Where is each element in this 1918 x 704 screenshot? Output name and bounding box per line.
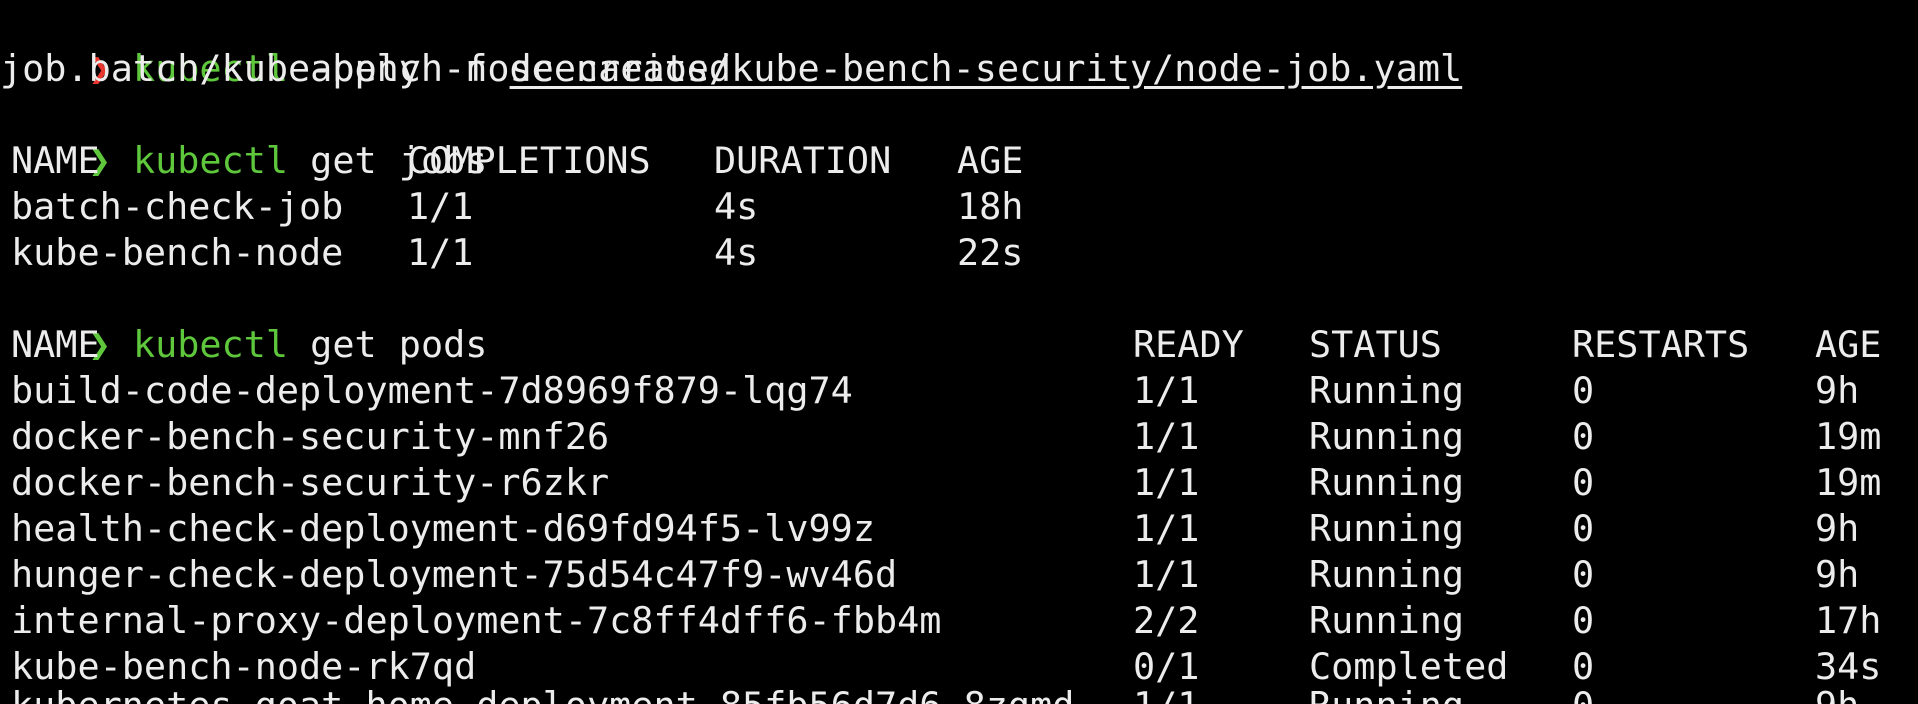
pod-name: hunger-check-deployment-75d54c47f9-wv46d [11, 553, 898, 596]
pod-restarts: 0 [1572, 507, 1595, 550]
jobs-table-header: NAME COMPLETIONS DURATION AGE [0, 138, 1918, 184]
pod-ready: 1/1 [1133, 553, 1200, 596]
table-row: kubernetes-goat-home-deployment-85fb56d7… [0, 683, 1918, 704]
pod-age: 19m [1815, 461, 1882, 504]
pods-header-status: STATUS [1309, 323, 1442, 366]
pod-name: kubernetes-goat-home-deployment-85fb56d7… [11, 683, 1074, 704]
pod-status: Running [1309, 553, 1465, 596]
pod-restarts: 0 [1572, 683, 1594, 704]
jobs-header-duration: DURATION [714, 139, 892, 182]
pods-table-header: NAME READY STATUS RESTARTS AGE [0, 322, 1918, 368]
pod-status: Running [1309, 461, 1465, 504]
table-row: docker-bench-security-r6zkr 1/1 Running … [0, 460, 1918, 506]
pod-restarts: 0 [1572, 599, 1595, 642]
pods-header-ready: READY [1133, 323, 1244, 366]
jobs-header-name: NAME [11, 139, 100, 182]
pod-ready: 2/2 [1133, 599, 1200, 642]
command-line-apply: ❯ kubectl apply -f scenarios/kube-bench-… [0, 0, 1463, 90]
pod-restarts: 0 [1572, 553, 1595, 596]
table-row: health-check-deployment-d69fd94f5-lv99z … [0, 506, 1918, 552]
table-row: docker-bench-security-mnf26 1/1 Running … [0, 414, 1918, 460]
table-row: kube-bench-node 1/1 4s 22s [0, 230, 1918, 276]
pods-header-restarts: RESTARTS [1572, 323, 1750, 366]
pod-name: health-check-deployment-d69fd94f5-lv99z [11, 507, 875, 550]
job-completions: 1/1 [407, 185, 474, 228]
pod-status: Running [1309, 369, 1465, 412]
job-age: 18h [957, 185, 1024, 228]
pods-header-age: AGE [1815, 323, 1882, 366]
table-row: batch-check-job 1/1 4s 18h [0, 184, 1918, 230]
job-duration: 4s [714, 185, 759, 228]
pods-header-name: NAME [11, 323, 100, 366]
pod-status: Running [1309, 507, 1465, 550]
pod-ready: 1/1 [1133, 461, 1200, 504]
pod-ready: 1/1 [1133, 415, 1200, 458]
pod-name: docker-bench-security-mnf26 [11, 415, 610, 458]
pod-ready: 1/1 [1133, 507, 1200, 550]
job-completions: 1/1 [407, 231, 474, 274]
apply-output: job.batch/kube-bench-node created [0, 47, 732, 90]
command-line-get-pods: ❯ kubectl get pods [0, 276, 488, 366]
pod-name: docker-bench-security-r6zkr [11, 461, 610, 504]
pod-age: 19m [1815, 415, 1882, 458]
job-name: batch-check-job [11, 185, 344, 228]
jobs-header-age: AGE [957, 139, 1024, 182]
pod-name: internal-proxy-deployment-7c8ff4dff6-fbb… [11, 599, 942, 642]
table-row: internal-proxy-deployment-7c8ff4dff6-fbb… [0, 598, 1918, 644]
pod-age: 9h [1815, 683, 1859, 704]
job-name: kube-bench-node [11, 231, 344, 274]
job-duration: 4s [714, 231, 759, 274]
pod-age: 9h [1815, 553, 1860, 596]
pod-status: Running [1309, 599, 1465, 642]
pod-age: 17h [1815, 599, 1882, 642]
pod-restarts: 0 [1572, 369, 1595, 412]
pod-ready: 1/1 [1133, 683, 1199, 704]
command-line-get-jobs: ❯ kubectl get jobs [0, 92, 488, 182]
pod-restarts: 0 [1572, 461, 1595, 504]
pod-ready: 1/1 [1133, 369, 1200, 412]
job-age: 22s [957, 231, 1024, 274]
pod-age: 9h [1815, 369, 1860, 412]
pod-name: build-code-deployment-7d8969f879-lqg74 [11, 369, 853, 412]
pod-age: 9h [1815, 507, 1860, 550]
pod-restarts: 0 [1572, 415, 1595, 458]
pod-status: Running [1309, 415, 1465, 458]
table-row: hunger-check-deployment-75d54c47f9-wv46d… [0, 552, 1918, 598]
pod-status: Running [1309, 683, 1464, 704]
terminal-window[interactable]: ❯ kubectl apply -f scenarios/kube-bench-… [0, 0, 1918, 704]
table-row: build-code-deployment-7d8969f879-lqg74 1… [0, 368, 1918, 414]
jobs-header-completions: COMPLETIONS [407, 139, 651, 182]
